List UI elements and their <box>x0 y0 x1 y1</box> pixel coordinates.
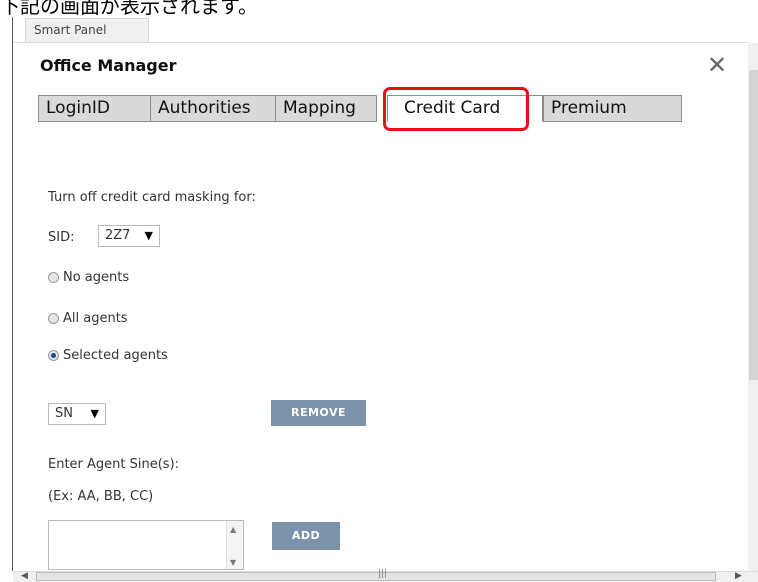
tab-premium[interactable]: Premium <box>543 95 682 122</box>
scroll-up-icon[interactable]: ▲ <box>230 525 236 534</box>
tab-credit-card[interactable]: Credit Card <box>387 95 543 122</box>
remove-button[interactable]: REMOVE <box>271 400 366 426</box>
page-caption: 下記の画面が表示されます。 <box>0 0 258 18</box>
sid-select-value: 2Z7 <box>105 228 131 243</box>
chevron-down-icon: ▼ <box>144 229 153 242</box>
tab-mapping[interactable]: Mapping <box>275 95 377 122</box>
window-border <box>12 17 13 571</box>
masking-heading: Turn off credit card masking for: <box>48 190 256 205</box>
chevron-down-icon: ▼ <box>90 407 99 420</box>
tab-authorities[interactable]: Authorities <box>150 95 276 122</box>
tab-loginid[interactable]: LoginID <box>38 95 151 122</box>
horizontal-scroll-thumb[interactable] <box>36 572 716 581</box>
radio-label: All agents <box>63 311 128 326</box>
smart-panel-tab[interactable]: Smart Panel <box>25 18 149 42</box>
add-button[interactable]: ADD <box>272 522 340 550</box>
scroll-left-icon[interactable]: ◀ <box>21 571 28 581</box>
example-label: (Ex: AA, BB, CC) <box>48 489 154 504</box>
radio-button[interactable] <box>48 272 59 283</box>
radio-button[interactable] <box>48 313 59 324</box>
grip-icon: ||| <box>378 569 388 579</box>
radio-button[interactable] <box>48 350 59 361</box>
scroll-right-icon[interactable]: ▶ <box>735 571 742 581</box>
agent-sine-input[interactable]: ▲ ▼ <box>48 520 244 570</box>
dialog-title: Office Manager <box>40 56 177 75</box>
panel-divider <box>13 42 749 43</box>
vertical-scroll-thumb[interactable] <box>749 70 758 380</box>
close-icon[interactable]: ✕ <box>705 53 729 77</box>
radio-label: Selected agents <box>63 348 168 363</box>
enter-agent-label: Enter Agent Sine(s): <box>48 457 180 472</box>
sid-label: SID: <box>48 230 75 245</box>
radio-label: No agents <box>63 270 130 285</box>
agent-select-value: SN <box>55 406 73 421</box>
sid-select[interactable]: 2Z7 ▼ <box>98 225 160 247</box>
agent-select[interactable]: SN ▼ <box>48 403 106 425</box>
input-scrollbar[interactable]: ▲ ▼ <box>226 521 243 569</box>
scroll-down-icon[interactable]: ▼ <box>230 558 236 567</box>
